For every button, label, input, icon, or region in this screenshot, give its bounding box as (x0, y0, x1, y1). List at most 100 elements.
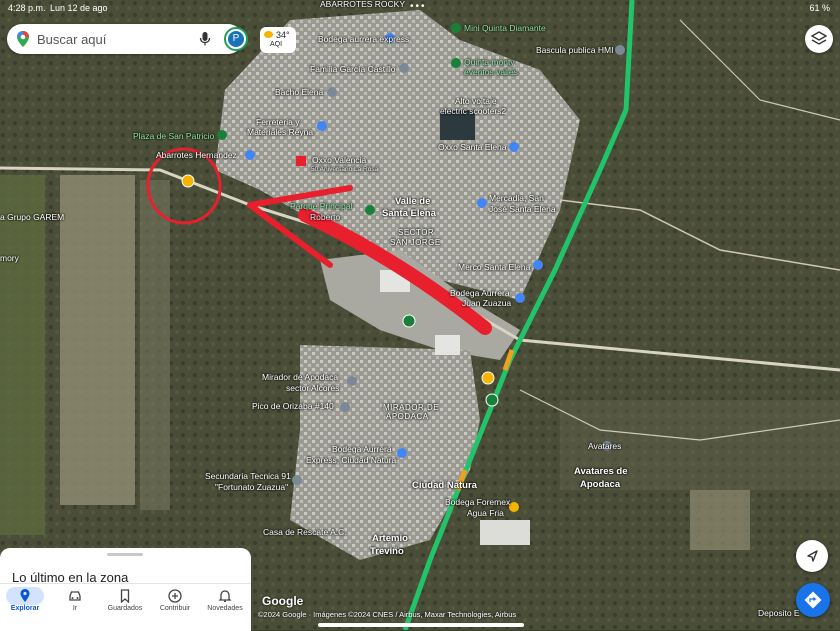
map-label[interactable]: Mercadia, San (489, 193, 544, 203)
map-label[interactable]: Casa de Rescate A.C. (263, 527, 347, 537)
tab-contribuir[interactable]: Contribuir (150, 586, 200, 626)
place-poi-icon[interactable] (327, 87, 337, 97)
map-label[interactable]: Avatares (588, 441, 621, 451)
map-label[interactable]: Santa Elena (382, 208, 436, 219)
tab-label: Guardados (107, 605, 143, 612)
tab-label: Explorar (10, 605, 40, 612)
compass-button[interactable] (796, 540, 828, 572)
tab-explorar[interactable]: Explorar (0, 586, 50, 626)
map-label[interactable]: sector Alcores (286, 383, 339, 393)
map-label[interactable]: Plaza de San Patricio (133, 131, 214, 141)
avatar[interactable]: P (224, 27, 248, 51)
map-label[interactable]: eventos valles (464, 67, 518, 77)
oxxo-poi-icon[interactable] (296, 156, 306, 166)
home-indicator[interactable] (318, 623, 524, 627)
map-label[interactable]: Valle de (395, 196, 430, 207)
map-label[interactable]: ABARROTES ROCKY (320, 0, 405, 9)
search-bar[interactable]: Buscar aquí P (7, 24, 248, 54)
directions-button[interactable] (796, 583, 830, 617)
map-label[interactable]: Juan Zuazua (462, 298, 511, 308)
tab-guardados[interactable]: Guardados (100, 586, 150, 626)
store-poi-icon[interactable] (317, 121, 327, 131)
map-label[interactable]: Express, Ciudad Natura (306, 455, 396, 465)
place-poi-icon[interactable] (399, 63, 409, 73)
map-label[interactable]: Artemio (372, 533, 408, 544)
star-poi-icon[interactable] (181, 174, 195, 188)
map-label[interactable]: Agua Fria (467, 508, 504, 518)
flag-poi-icon[interactable] (485, 393, 499, 407)
park-poi-icon[interactable] (451, 23, 461, 33)
store-poi-icon[interactable] (477, 198, 487, 208)
place-poi-icon[interactable] (615, 45, 625, 55)
satellite-map[interactable] (0, 0, 840, 630)
map-attribution[interactable]: ©2024 Google · Imágenes ©2024 CNES / Air… (258, 610, 516, 619)
map-label[interactable]: Bodega Aurrera (332, 444, 392, 454)
battery-level: 61 % (809, 3, 830, 13)
map-label[interactable]: electric scooters2 (440, 106, 506, 116)
map-label[interactable]: Deposito E (758, 608, 800, 618)
place-poi-icon[interactable] (347, 376, 357, 386)
map-label[interactable]: Apodaca (580, 479, 620, 490)
tab-novedades[interactable]: Novedades (200, 586, 250, 626)
warehouse (435, 335, 460, 355)
flag-poi-icon[interactable] (402, 314, 416, 328)
weather-chip[interactable]: 34° AQI (260, 27, 296, 53)
park-poi-icon[interactable] (365, 205, 375, 215)
clearing (690, 490, 750, 550)
map-label[interactable]: Parque Principal (290, 201, 352, 211)
layers-icon (810, 31, 828, 45)
park-poi-icon[interactable] (451, 58, 461, 68)
farm-field (140, 180, 170, 510)
map-label[interactable]: Roberto (310, 212, 340, 222)
map-label[interactable]: Bodega Foremex (445, 497, 510, 507)
map-label[interactable]: Avatares de (574, 466, 628, 477)
map-label[interactable]: Oxxo Santa Elena (438, 142, 507, 152)
map-label[interactable]: Pico de Orizaba #140 (252, 401, 334, 411)
map-label[interactable]: José Santa Elena (489, 204, 556, 214)
store-poi-icon[interactable] (397, 448, 407, 458)
map-label[interactable]: Bacho Elena (275, 87, 323, 97)
layers-button[interactable] (805, 25, 833, 53)
map-label[interactable]: Bascula publica HMI (536, 45, 613, 55)
map-label[interactable]: Bodega aurrera express (318, 34, 409, 44)
store-poi-icon[interactable] (515, 293, 525, 303)
sheet-handle[interactable] (107, 553, 143, 556)
map-label[interactable]: Oxxo Valencia (312, 155, 366, 165)
multitask-dots[interactable]: ••• (410, 1, 427, 12)
map-label[interactable]: Merco Santa Elena (458, 262, 530, 272)
map-label[interactable]: Materiales Reyna (247, 127, 313, 137)
map-label[interactable]: mory (0, 253, 19, 263)
store-poi-icon[interactable] (245, 150, 255, 160)
map-label[interactable]: Quinta monty (464, 57, 515, 67)
map-label[interactable]: Ciudad Natura (412, 480, 477, 491)
bell-icon (218, 590, 232, 602)
map-label: SECTOR (398, 228, 435, 237)
place-poi-icon[interactable] (292, 475, 302, 485)
map-label[interactable]: "Fortunato Zuazua" (215, 482, 288, 492)
map-label[interactable]: Alto voltaje (455, 96, 497, 106)
map-label[interactable]: Familia García Castillo (310, 64, 396, 74)
store-poi-icon[interactable] (509, 142, 519, 152)
map-label[interactable]: Mini Quinta Diamante (464, 23, 546, 33)
car-icon (69, 591, 81, 601)
park-poi-icon[interactable] (217, 130, 227, 140)
plus-circle-icon (168, 589, 182, 603)
map-label[interactable]: Bodega Aurrera (450, 288, 510, 298)
tab-label: Novedades (207, 605, 243, 612)
map-label[interactable]: Treviño (370, 546, 404, 557)
microphone-icon[interactable] (199, 31, 211, 47)
map-label[interactable]: a Grupo GAREM (0, 212, 64, 222)
map-label[interactable]: Ferreteria y (256, 117, 299, 127)
store-poi-icon[interactable] (509, 502, 519, 512)
status-bar: 4:28 p.m. Lun 12 de ago ••• 61 % (0, 0, 840, 16)
place-poi-icon[interactable] (340, 402, 350, 412)
star-poi-icon[interactable] (481, 371, 495, 385)
map-label[interactable]: Abarrotes Hernandez (156, 150, 237, 160)
tab-ir[interactable]: Ir (50, 586, 100, 626)
search-input[interactable]: Buscar aquí (37, 32, 106, 47)
map-label[interactable]: 50 Aniversario La Rosa (311, 166, 378, 173)
store-poi-icon[interactable] (533, 260, 543, 270)
map-label[interactable]: Secundaria Tecnica 91 (205, 471, 291, 481)
map-label[interactable]: Mirador de Apodaca (262, 372, 338, 382)
google-logo: Google (262, 594, 304, 608)
